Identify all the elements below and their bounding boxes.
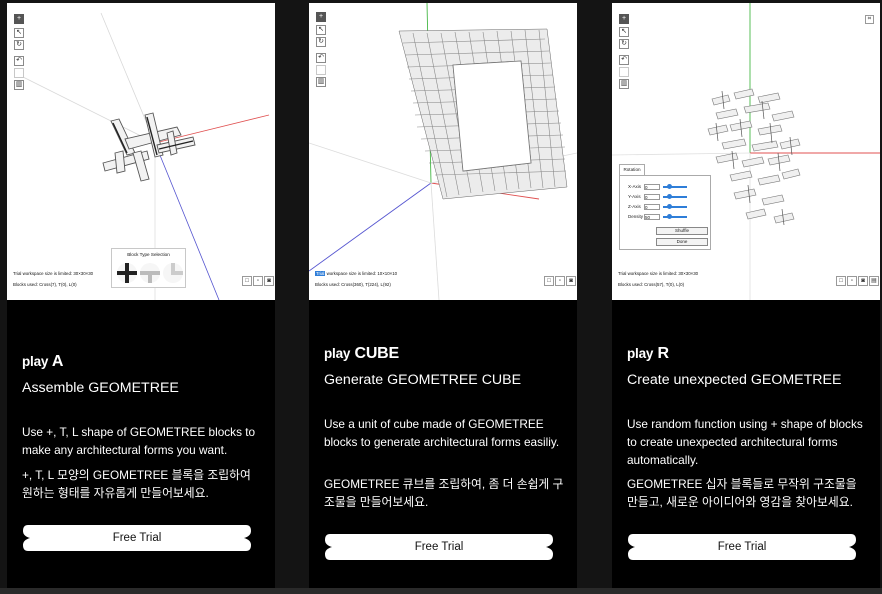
- blank-tool-button[interactable]: [14, 68, 24, 78]
- card-play-a: + ↖ ↻ ↶ ▥ Block Type Selection Trial wor…: [7, 3, 275, 588]
- select-icon[interactable]: ↖: [619, 27, 629, 37]
- z-axis-row: Z-Axis 0: [628, 204, 687, 210]
- blocks-used: Blocks used: Cross(7), T(0), L(0): [13, 282, 77, 287]
- undo-icon[interactable]: ↶: [14, 56, 24, 66]
- zoom-fit-icon[interactable]: □: [242, 276, 252, 286]
- camera-icon[interactable]: ◙: [264, 276, 274, 286]
- panel-title: Block Type Selection: [127, 252, 170, 257]
- zoom-fit-icon[interactable]: □: [544, 276, 554, 286]
- select-icon[interactable]: ↖: [14, 28, 24, 38]
- free-trial-label: Free Trial: [414, 541, 464, 553]
- rotation-panel: X-Axis 0 Y-Axis 0 Z-Axis 0 Density 50 Shuffl…: [619, 175, 711, 250]
- rotate-icon[interactable]: ↻: [316, 37, 326, 47]
- description-ko: GEOMETREE 큐브를 조립하여, 좀 더 손쉽게 구조물을 만들어보세요.: [324, 477, 564, 509]
- description-en: Use a unit of cube made of GEOMETREE blo…: [324, 417, 560, 449]
- block-type-selection-panel: Block Type Selection: [111, 248, 186, 288]
- block-type-options[interactable]: [116, 260, 184, 286]
- description-en: Use random function using + shape of blo…: [627, 417, 863, 467]
- fullscreen-icon[interactable]: ⌗: [865, 15, 874, 24]
- description-ko: GEOMETREE 십자 블록들로 무작위 구조물을 만들고, 새로운 아이디어…: [627, 477, 857, 509]
- camera-icon[interactable]: ◙: [566, 276, 576, 286]
- viewport-3d[interactable]: + ↖ ↻ ↶ ▥ ⌗ Rotation X-Axis 0 Y-Axis 0 Z-A…: [612, 3, 880, 300]
- density-slider[interactable]: [663, 214, 687, 219]
- rotate-icon[interactable]: ↻: [14, 40, 24, 50]
- free-trial-button[interactable]: Free Trial: [324, 532, 554, 562]
- scene-canvas[interactable]: [309, 3, 577, 300]
- play-title: play CUBE: [324, 345, 400, 362]
- viewport-3d[interactable]: + ↖ ↻ ↶ ▥ Trial workspace size is limite…: [309, 3, 577, 300]
- x-axis-row: X-Axis 0: [628, 184, 687, 190]
- card-subtitle: Generate GEOMETREE CUBE: [324, 372, 522, 388]
- t-block-icon: [140, 263, 160, 283]
- free-trial-label: Free Trial: [717, 541, 767, 553]
- y-axis-row: Y-Axis 0: [628, 194, 687, 200]
- trash-icon[interactable]: ▥: [316, 77, 326, 87]
- plus-icon[interactable]: +: [14, 14, 24, 24]
- workspace-info: Trial workspace size is limited: 30×30×3…: [13, 271, 94, 276]
- x-axis-slider[interactable]: [663, 184, 687, 189]
- done-button[interactable]: Done: [656, 238, 708, 246]
- workspace-info: Trial workspace size is limited: 10×10×1…: [315, 271, 397, 276]
- density-row: Density 50: [628, 214, 687, 220]
- cross-block-icon: [117, 263, 137, 283]
- camera-icon[interactable]: ◙: [858, 276, 868, 286]
- card-play-cube: + ↖ ↻ ↶ ▥ Trial workspace size is limite…: [309, 3, 577, 588]
- trial-highlight: Trial: [315, 271, 326, 276]
- scene-canvas[interactable]: [612, 3, 880, 300]
- trash-icon[interactable]: ▥: [14, 80, 24, 90]
- play-title: play R: [627, 345, 669, 362]
- select-icon[interactable]: ↖: [316, 25, 326, 35]
- bottom-bar: [0, 588, 882, 594]
- free-trial-button[interactable]: Free Trial: [627, 532, 857, 562]
- workspace-info: Trial workspace size is limited: 30×30×3…: [618, 271, 699, 276]
- free-trial-button[interactable]: Free Trial: [22, 523, 252, 553]
- viewport-3d[interactable]: + ↖ ↻ ↶ ▥ Block Type Selection Trial wor…: [7, 3, 275, 300]
- description-en: Use +, T, L shape of GEOMETREE blocks to…: [22, 425, 256, 457]
- undo-icon[interactable]: ↶: [316, 53, 326, 63]
- undo-icon[interactable]: ↶: [619, 55, 629, 65]
- card-subtitle: Assemble GEOMETREE: [22, 380, 179, 396]
- zoom-fit-icon[interactable]: □: [836, 276, 846, 286]
- trash-icon[interactable]: ▥: [619, 79, 629, 89]
- card-subtitle: Create unexpected GEOMETREE: [627, 372, 842, 388]
- save-icon[interactable]: ▤: [869, 276, 879, 286]
- l-block-icon: [163, 263, 183, 283]
- view-icon[interactable]: ▫: [555, 276, 565, 286]
- blank-tool-button[interactable]: [316, 65, 326, 75]
- workspace-info-text: workspace size is limited: 10×10×10: [325, 271, 398, 276]
- plus-icon[interactable]: +: [316, 12, 326, 22]
- page: + ↖ ↻ ↶ ▥ Block Type Selection Trial wor…: [0, 0, 882, 594]
- play-title: play A: [22, 353, 64, 370]
- free-trial-label: Free Trial: [112, 532, 162, 544]
- z-axis-slider[interactable]: [663, 204, 687, 209]
- z-axis-input[interactable]: 0: [644, 204, 660, 210]
- view-icon[interactable]: ▫: [253, 276, 263, 286]
- blank-tool-button[interactable]: [619, 67, 629, 77]
- description-ko: +, T, L 모양의 GEOMETREE 블록을 조립하여 원하는 형태를 자…: [22, 468, 251, 500]
- y-axis-input[interactable]: 0: [644, 194, 660, 200]
- rotation-tab[interactable]: Rotation: [619, 164, 645, 175]
- blocks-used: Blocks used: Cross(57), T(0), L(0): [618, 282, 685, 287]
- rotate-icon[interactable]: ↻: [619, 39, 629, 49]
- view-icon[interactable]: ▫: [847, 276, 857, 286]
- shuffle-button[interactable]: Shuffle: [656, 227, 708, 235]
- card-play-r: + ↖ ↻ ↶ ▥ ⌗ Rotation X-Axis 0 Y-Axis 0 Z-A…: [612, 3, 880, 588]
- x-axis-input[interactable]: 0: [644, 184, 660, 190]
- blocks-used: Blocks used: Cross(360), T(224), L(92): [315, 282, 391, 287]
- plus-icon[interactable]: +: [619, 14, 629, 24]
- density-input[interactable]: 50: [644, 214, 660, 220]
- y-axis-slider[interactable]: [663, 194, 687, 199]
